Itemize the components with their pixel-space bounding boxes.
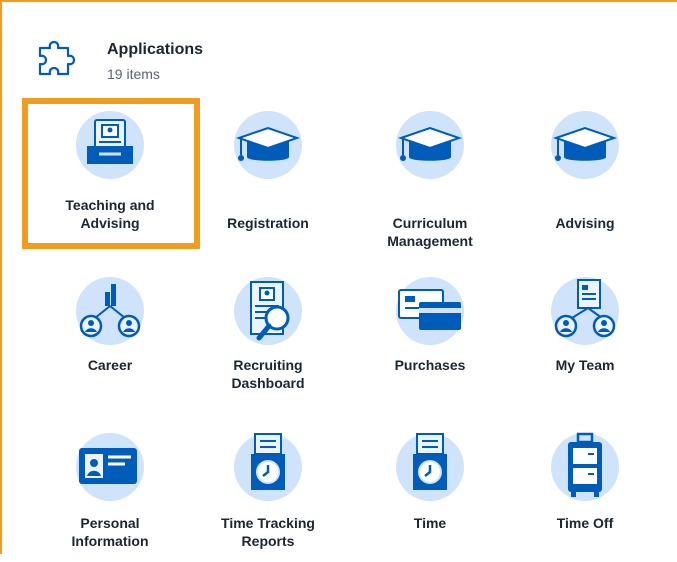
- app-tile-time-off[interactable]: Time Off: [515, 432, 655, 562]
- app-label: Advising: [555, 215, 615, 231]
- app-label: Time: [413, 515, 447, 531]
- app-label: Time Tracking Reports: [221, 515, 315, 549]
- id-card-icon: [76, 433, 144, 501]
- app-label: My Team: [555, 357, 615, 373]
- graduation-cap-icon: [551, 111, 619, 179]
- app-tile-time-tracking-reports[interactable]: Time Tracking Reports: [198, 432, 338, 562]
- app-tile-curriculum-management[interactable]: Curriculum Management: [360, 110, 500, 249]
- app-label: Purchases: [394, 357, 466, 373]
- app-label: Personal Information: [71, 515, 149, 549]
- app-tile-personal-information[interactable]: Personal Information: [40, 432, 180, 562]
- app-label: Curriculum Management: [387, 215, 473, 249]
- graduation-cap-icon: [396, 111, 464, 179]
- time-tracking-icon: [234, 433, 302, 501]
- graduation-cap-icon: [234, 111, 302, 179]
- app-tile-recruiting-dashboard[interactable]: Recruiting Dashboard: [198, 276, 338, 406]
- app-label: Recruiting Dashboard: [231, 357, 305, 391]
- app-tile-advising[interactable]: Advising: [515, 110, 655, 240]
- team-document-icon: [551, 277, 619, 345]
- app-label: Career: [87, 357, 133, 373]
- page-title: Applications: [107, 41, 204, 58]
- app-label: Registration: [227, 215, 309, 231]
- app-tile-registration[interactable]: Registration: [198, 110, 338, 240]
- app-tile-my-team[interactable]: My Team: [515, 276, 655, 406]
- highlight-box: [22, 98, 200, 249]
- app-tile-career[interactable]: Career: [40, 276, 180, 406]
- app-label: Time Off: [556, 515, 614, 531]
- career-chart-icon: [76, 277, 144, 345]
- app-tile-purchases[interactable]: Purchases: [360, 276, 500, 406]
- item-count: 19 items: [107, 66, 160, 82]
- clock-clipboard-icon: [396, 433, 464, 501]
- resume-magnifier-icon: [234, 277, 302, 345]
- suitcase-icon: [551, 432, 619, 501]
- credit-cards-icon: [396, 277, 464, 345]
- app-tile-time[interactable]: Time: [360, 432, 500, 562]
- puzzle-icon: [38, 40, 76, 76]
